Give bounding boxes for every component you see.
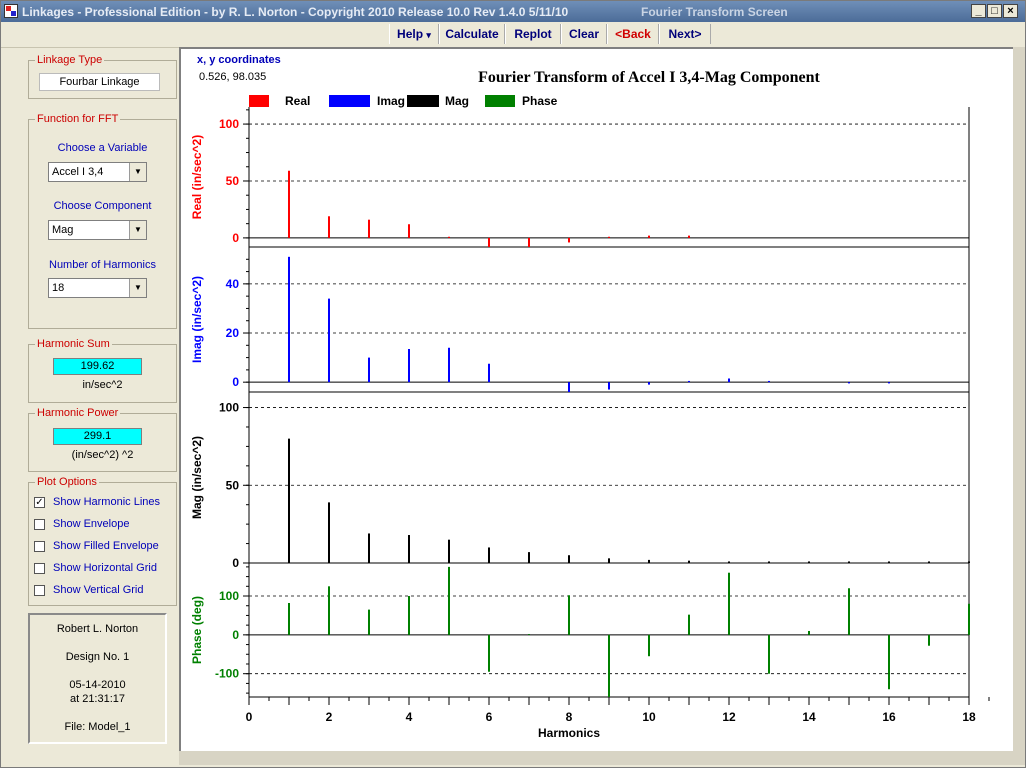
linkage-type-label: Linkage Type	[35, 54, 105, 66]
fft-function-label: Function for FFT	[35, 113, 121, 125]
maximize-button[interactable]: □	[987, 4, 1002, 18]
y-tick-label-phase: 100	[219, 589, 239, 603]
plot-options-label: Plot Options	[35, 476, 99, 488]
x-tick-label: 2	[326, 710, 333, 724]
next-button[interactable]: Next>	[659, 24, 711, 44]
y-tick-label-real: 0	[232, 231, 239, 245]
y-tick-label-imag: 0	[232, 375, 239, 389]
chevron-down-icon: ▾	[426, 30, 431, 40]
chevron-down-icon[interactable]: ▼	[129, 163, 146, 181]
plot-options-group: Plot Options ✓ Show Harmonic Lines Show …	[28, 476, 177, 606]
variable-select-value: Accel I 3,4	[52, 166, 104, 178]
file-name: File: Model_1	[64, 721, 131, 733]
y-axis-label-phase: Phase (deg)	[190, 596, 204, 664]
y-tick-label-imag: 40	[226, 277, 240, 291]
y-tick-label-real: 50	[226, 174, 240, 188]
x-tick-label: 6	[486, 710, 493, 724]
app-logo-icon	[4, 4, 18, 18]
app-window: Linkages - Professional Edition - by R. …	[0, 0, 1026, 768]
show-envelope-checkbox[interactable]	[34, 519, 45, 530]
show-envelope-option[interactable]: Show Envelope	[34, 518, 174, 534]
horizontal-scrollbar[interactable]	[179, 751, 1025, 765]
show-harmonic-lines-checkbox[interactable]: ✓	[34, 497, 45, 508]
plot-pane[interactable]: x, y coordinates 0.526, 98.035 Fourier T…	[179, 47, 1013, 751]
harmonics-select[interactable]: 18 ▼	[48, 278, 147, 298]
title-bar: Linkages - Professional Edition - by R. …	[1, 1, 1025, 22]
y-axis-label-imag: Imag (in/sec^2)	[190, 276, 204, 363]
show-horizontal-grid-label: Show Horizontal Grid	[53, 562, 157, 574]
design-number: Design No. 1	[65, 651, 130, 663]
close-button[interactable]: ×	[1003, 4, 1018, 18]
chevron-down-icon[interactable]: ▼	[129, 279, 146, 297]
show-horizontal-grid-option[interactable]: Show Horizontal Grid	[34, 562, 174, 578]
show-filled-envelope-checkbox[interactable]	[34, 541, 45, 552]
y-axis-label-mag: Mag (in/sec^2)	[190, 436, 204, 519]
component-select-value: Mag	[52, 224, 74, 236]
show-vertical-grid-label: Show Vertical Grid	[53, 584, 144, 596]
choose-component-label: Choose Component	[53, 200, 152, 212]
number-of-harmonics-label: Number of Harmonics	[49, 259, 156, 271]
harmonic-power-label: Harmonic Power	[35, 407, 121, 419]
fft-function-group: Function for FFT Choose a Variable Accel…	[28, 113, 177, 329]
show-envelope-label: Show Envelope	[53, 518, 130, 530]
design-info-box: Robert L. Norton Design No. 1 05-14-2010…	[28, 613, 167, 744]
y-tick-label-phase: 0	[232, 628, 239, 642]
fourier-chart: 050100Real (in/sec^2)02040Imag (in/sec^2…	[190, 107, 990, 740]
y-tick-label-real: 100	[219, 117, 239, 131]
y-tick-label-imag: 20	[226, 326, 240, 340]
y-tick-label-phase: -100	[215, 667, 239, 681]
help-menu-button[interactable]: Help ▾	[389, 24, 439, 44]
linkage-type-group: Linkage Type Fourbar Linkage	[28, 54, 177, 99]
harmonics-select-value: 18	[52, 282, 65, 294]
x-tick-label: 0	[246, 710, 253, 724]
replot-button[interactable]: Replot	[505, 24, 561, 44]
harmonic-power-group: Harmonic Power 299.1 (in/sec^2) ^2	[28, 407, 177, 472]
show-harmonic-lines-label: Show Harmonic Lines	[53, 496, 160, 508]
left-panel: Linkage Type Fourbar Linkage Function fo…	[11, 47, 177, 757]
show-filled-envelope-label: Show Filled Envelope	[53, 540, 159, 552]
x-tick-label: 18	[962, 710, 976, 724]
y-tick-label-mag: 50	[226, 478, 240, 492]
harmonic-power-units: (in/sec^2) ^2	[71, 449, 134, 461]
harmonic-sum-value: 199.62	[53, 358, 142, 375]
window-title: Linkages - Professional Edition - by R. …	[22, 5, 569, 19]
variable-select[interactable]: Accel I 3,4 ▼	[48, 162, 147, 182]
vertical-scrollbar[interactable]	[1013, 47, 1025, 751]
y-tick-label-mag: 0	[232, 556, 239, 570]
show-vertical-grid-option[interactable]: Show Vertical Grid	[34, 584, 174, 600]
harmonic-sum-label: Harmonic Sum	[35, 338, 112, 350]
calculate-button[interactable]: Calculate	[439, 24, 505, 44]
y-tick-label-mag: 100	[219, 401, 239, 415]
back-button[interactable]: <Back	[607, 24, 659, 44]
choose-variable-label: Choose a Variable	[57, 142, 148, 154]
help-label: Help	[397, 27, 424, 41]
x-axis-label: Harmonics	[538, 726, 600, 740]
show-horizontal-grid-checkbox[interactable]	[34, 563, 45, 574]
linkage-type-field[interactable]: Fourbar Linkage	[39, 73, 160, 91]
show-vertical-grid-checkbox[interactable]	[34, 585, 45, 596]
chevron-down-icon[interactable]: ▼	[129, 221, 146, 239]
show-filled-envelope-option[interactable]: Show Filled Envelope	[34, 540, 174, 556]
toolbar: Help ▾ Calculate Replot Clear <Back Next…	[1, 22, 1025, 48]
x-tick-label: 8	[566, 710, 573, 724]
harmonic-sum-group: Harmonic Sum 199.62 in/sec^2	[28, 338, 177, 403]
minimize-button[interactable]: _	[971, 4, 986, 18]
component-select[interactable]: Mag ▼	[48, 220, 147, 240]
show-harmonic-lines-option[interactable]: ✓ Show Harmonic Lines	[34, 496, 174, 512]
x-tick-label: 10	[642, 710, 656, 724]
x-tick-label: 12	[722, 710, 736, 724]
harmonic-power-value: 299.1	[53, 428, 142, 445]
harmonic-sum-units: in/sec^2	[82, 379, 123, 391]
x-tick-label: 4	[406, 710, 413, 724]
x-tick-label: 16	[882, 710, 896, 724]
design-date: 05-14-2010	[69, 679, 126, 691]
x-tick-label: 14	[802, 710, 816, 724]
author-name: Robert L. Norton	[56, 623, 139, 635]
y-axis-label-real: Real (in/sec^2)	[190, 135, 204, 219]
design-time: at 21:31:17	[69, 693, 126, 705]
screen-name: Fourier Transform Screen	[641, 5, 788, 19]
clear-button[interactable]: Clear	[561, 24, 607, 44]
